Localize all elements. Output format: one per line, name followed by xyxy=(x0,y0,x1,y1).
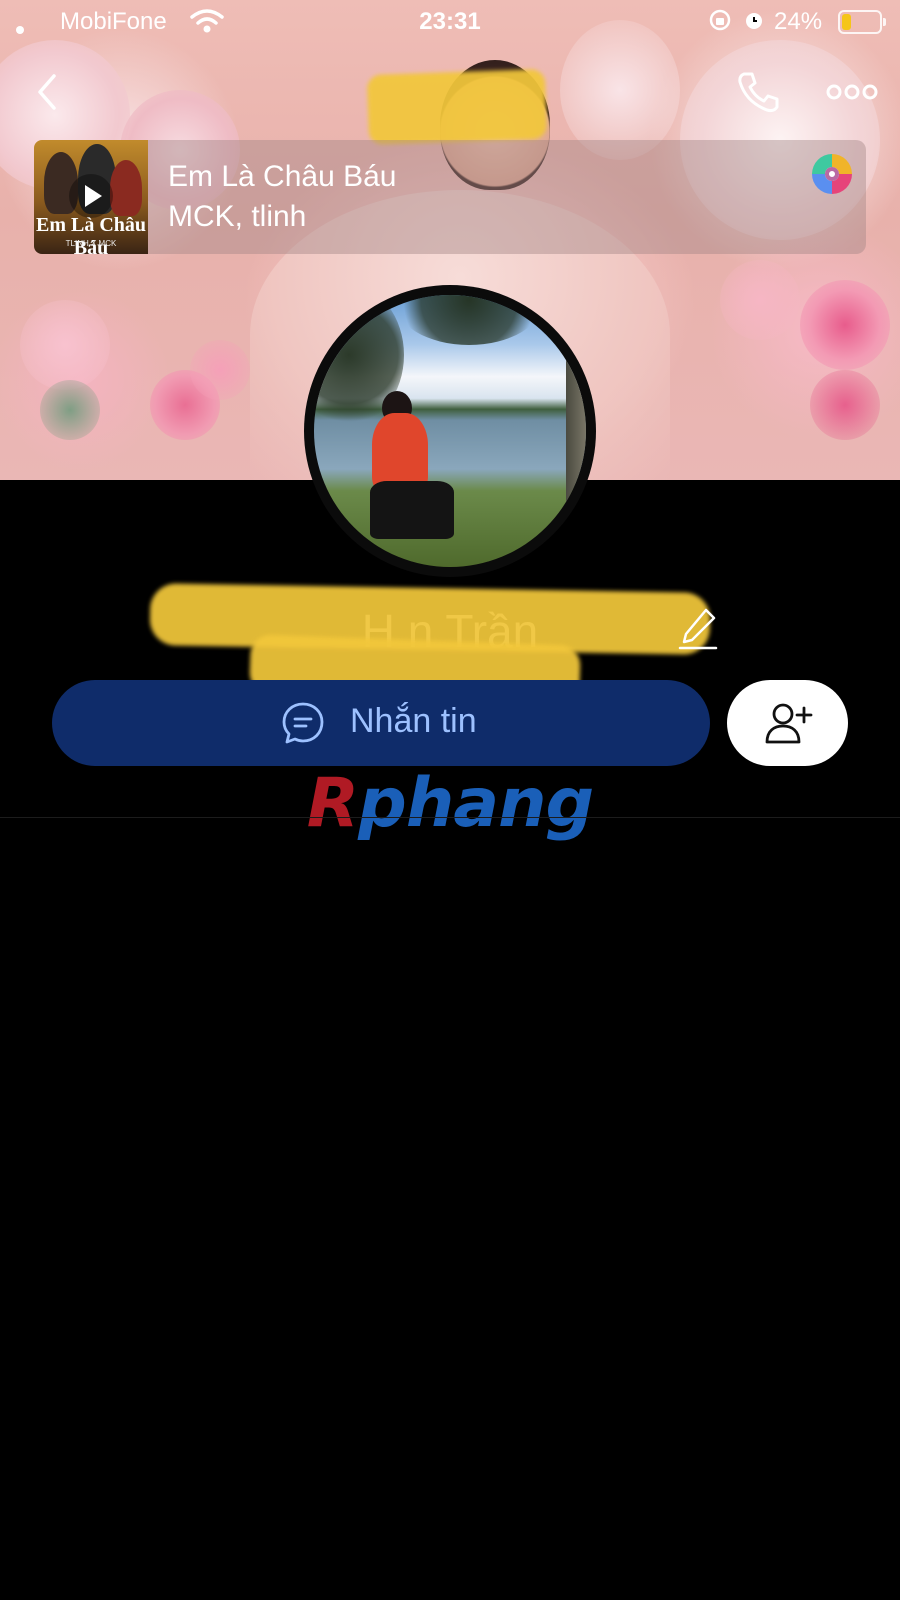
add-user-icon xyxy=(765,703,813,744)
flower-decoration xyxy=(720,260,800,340)
watermark-logo: Rphang xyxy=(0,764,900,843)
section-divider xyxy=(0,817,900,818)
play-icon xyxy=(85,185,102,207)
chat-bubble-icon xyxy=(282,702,324,744)
avatar-photo xyxy=(314,295,586,567)
music-disc-icon[interactable] xyxy=(812,154,852,194)
leaf-decoration xyxy=(40,380,100,440)
call-button[interactable] xyxy=(734,68,782,116)
flower-decoration xyxy=(800,280,890,370)
status-bar: MobiFone 23:31 24% xyxy=(0,0,900,44)
message-button[interactable]: Nhắn tin xyxy=(52,680,710,766)
album-art-subtitle: TLINH X MCK xyxy=(65,239,117,248)
more-horizontal-icon xyxy=(826,84,878,100)
watermark-first-letter: R xyxy=(306,764,359,843)
album-art: Em Là Châu Báu TLINH X MCK xyxy=(34,140,148,254)
more-options-button[interactable] xyxy=(826,80,878,104)
flower-decoration xyxy=(810,370,880,440)
song-artist: MCK, tlinh xyxy=(168,200,307,233)
edit-name-button[interactable] xyxy=(676,604,720,652)
alarm-icon xyxy=(742,8,766,39)
flower-decoration xyxy=(190,340,250,400)
message-button-label: Nhắn tin xyxy=(350,702,477,740)
battery-icon xyxy=(838,10,886,34)
battery-percent: 24% xyxy=(774,8,823,35)
phone-icon xyxy=(738,72,779,113)
chevron-left-icon xyxy=(38,74,56,110)
rotation-lock-icon xyxy=(708,8,732,39)
pencil-icon xyxy=(678,608,718,650)
back-button[interactable] xyxy=(30,68,70,118)
watermark-rest: phang xyxy=(358,764,594,843)
flower-decoration xyxy=(20,300,110,390)
redaction-mark xyxy=(366,68,548,146)
song-title: Em Là Châu Báu xyxy=(168,160,397,193)
album-art-title: Em Là Châu Báu xyxy=(35,214,147,254)
play-button[interactable] xyxy=(69,174,113,218)
profile-music-card[interactable]: Em Là Châu Báu TLINH X MCK Em Là Châu Bá… xyxy=(34,140,866,254)
profile-avatar[interactable] xyxy=(304,285,596,577)
add-friend-button[interactable] xyxy=(727,680,848,766)
